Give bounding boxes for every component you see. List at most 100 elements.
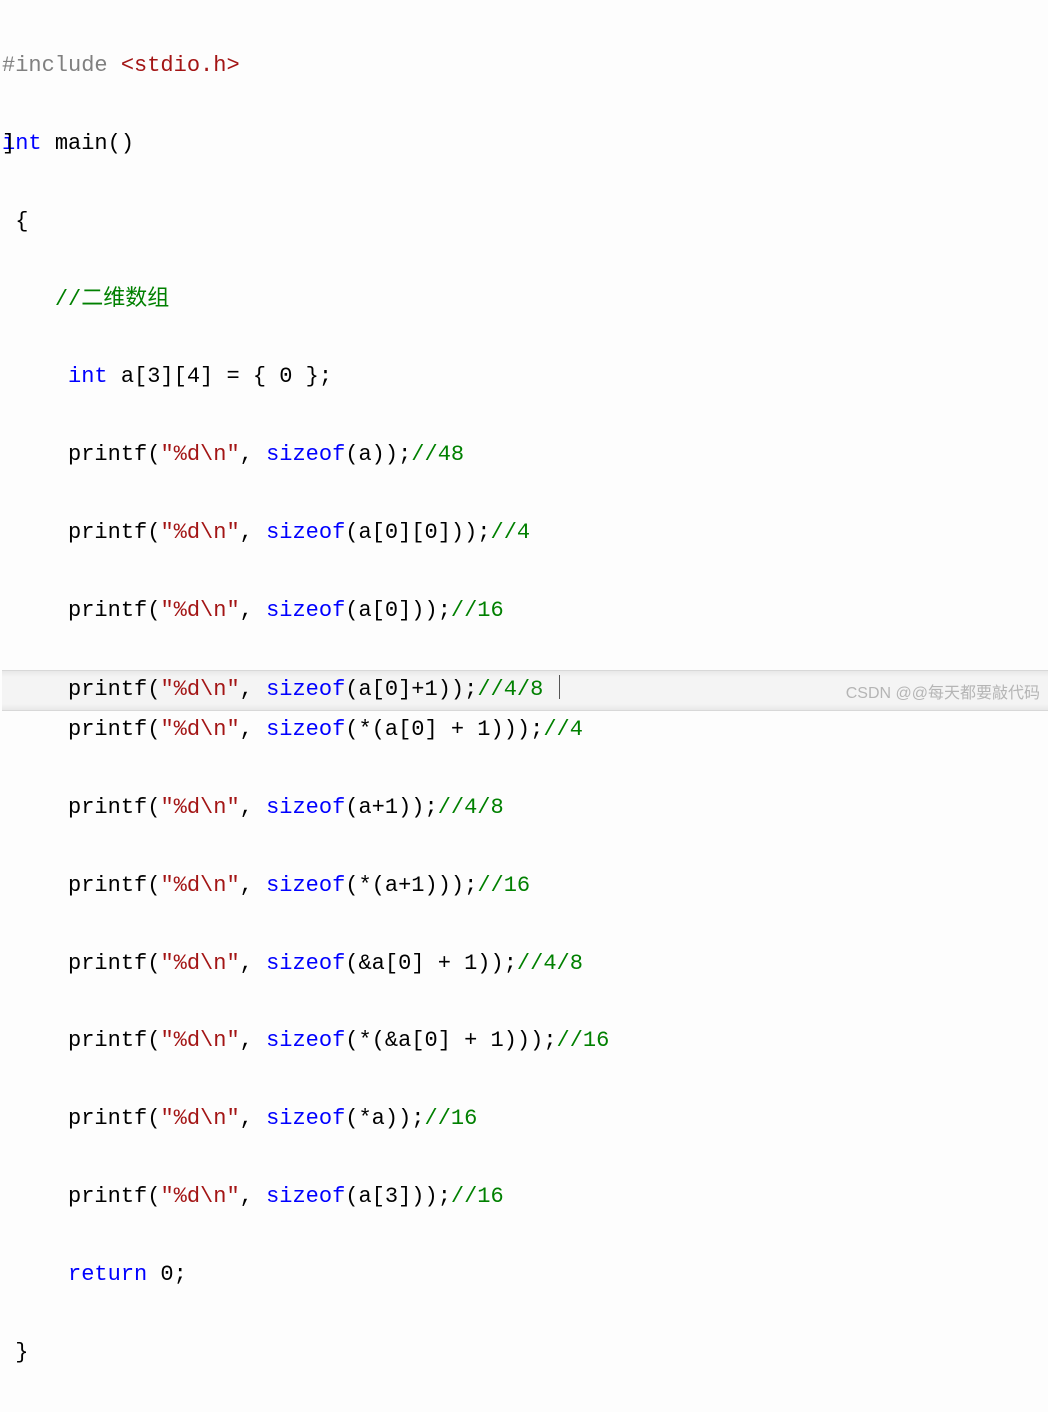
code-line-4: //二维数组 xyxy=(2,281,1048,320)
func-printf: printf xyxy=(68,1028,147,1053)
indent xyxy=(2,442,68,467)
comma: , xyxy=(240,717,266,742)
comment: //16 xyxy=(557,1028,610,1053)
code-line-10: printf("%d\n", sizeof(*(a[0] + 1)));//4 xyxy=(2,711,1048,750)
code-line-16: printf("%d\n", sizeof(a[3]));//16 xyxy=(2,1178,1048,1217)
indent xyxy=(2,1262,68,1287)
code-line-6: printf("%d\n", sizeof(a));//48 xyxy=(2,436,1048,475)
func-printf: printf xyxy=(68,795,147,820)
keyword-return: return xyxy=(68,1262,147,1287)
arg: (&a[0] + 1)); xyxy=(345,951,517,976)
comment: //16 xyxy=(477,873,530,898)
gutter-mark: ] xyxy=(2,125,15,164)
comma: , xyxy=(240,1106,266,1131)
comma: , xyxy=(240,677,266,702)
paren-open: ( xyxy=(147,520,160,545)
string-literal: "%d\n" xyxy=(160,795,239,820)
comma: , xyxy=(240,951,266,976)
paren-open: ( xyxy=(147,1028,160,1053)
brace-close: } xyxy=(15,1340,28,1365)
code-line-11: printf("%d\n", sizeof(a+1));//4/8 xyxy=(2,789,1048,828)
comment: //4/8 xyxy=(438,795,504,820)
string-literal: "%d\n" xyxy=(160,1028,239,1053)
indent xyxy=(2,287,55,312)
code-line-18: } xyxy=(2,1334,1048,1373)
string-literal: "%d\n" xyxy=(160,677,239,702)
comma: , xyxy=(240,1028,266,1053)
code-line-3: { xyxy=(2,203,1048,242)
keyword-sizeof: sizeof xyxy=(266,951,345,976)
paren-open: ( xyxy=(147,442,160,467)
arg: (a[0][0])); xyxy=(345,520,490,545)
comment: //4/8 xyxy=(517,951,583,976)
arg: (*a)); xyxy=(345,1106,424,1131)
func-printf: printf xyxy=(68,951,147,976)
comment: //二维数组 xyxy=(55,287,169,312)
comment: //16 xyxy=(451,598,504,623)
comment: //4 xyxy=(543,717,583,742)
arg: (*(a[0] + 1))); xyxy=(345,717,543,742)
comma: , xyxy=(240,1184,266,1209)
comment: //16 xyxy=(425,1106,478,1131)
arg: (*(a+1))); xyxy=(345,873,477,898)
declaration: a[3][4] = { 0 }; xyxy=(108,364,332,389)
keyword-sizeof: sizeof xyxy=(266,1184,345,1209)
paren-open: ( xyxy=(147,598,160,623)
code-line-7: printf("%d\n", sizeof(a[0][0]));//4 xyxy=(2,514,1048,553)
comment: //4 xyxy=(491,520,531,545)
func-printf: printf xyxy=(68,677,147,702)
comma: , xyxy=(240,598,266,623)
keyword-sizeof: sizeof xyxy=(266,1106,345,1131)
func-printf: printf xyxy=(68,873,147,898)
keyword-sizeof: sizeof xyxy=(266,1028,345,1053)
comma: , xyxy=(240,873,266,898)
code-line-12: printf("%d\n", sizeof(*(a+1)));//16 xyxy=(2,867,1048,906)
comma: , xyxy=(240,442,266,467)
indent xyxy=(2,364,68,389)
func-printf: printf xyxy=(68,520,147,545)
func-printf: printf xyxy=(68,1106,147,1131)
indent xyxy=(2,677,68,702)
comma: , xyxy=(240,795,266,820)
keyword-sizeof: sizeof xyxy=(266,873,345,898)
string-literal: "%d\n" xyxy=(160,1106,239,1131)
code-line-14: printf("%d\n", sizeof(*(&a[0] + 1)));//1… xyxy=(2,1022,1048,1061)
paren-open: ( xyxy=(147,951,160,976)
string-literal: "%d\n" xyxy=(160,717,239,742)
string-literal: "%d\n" xyxy=(160,520,239,545)
code-line-1: #include <stdio.h> xyxy=(2,47,1048,86)
code-line-5: int a[3][4] = { 0 }; xyxy=(2,358,1048,397)
arg: (a)); xyxy=(345,442,411,467)
code-line-2: ]int main() xyxy=(2,125,1048,164)
code-line-13: printf("%d\n", sizeof(&a[0] + 1));//4/8 xyxy=(2,945,1048,984)
include-path: <stdio.h> xyxy=(121,53,240,78)
keyword-sizeof: sizeof xyxy=(266,442,345,467)
string-literal: "%d\n" xyxy=(160,1184,239,1209)
func-printf: printf xyxy=(68,598,147,623)
comma: , xyxy=(240,520,266,545)
string-literal: "%d\n" xyxy=(160,873,239,898)
comment: //16 xyxy=(451,1184,504,1209)
watermark: CSDN @@每天都要敲代码 xyxy=(846,679,1040,703)
indent xyxy=(2,873,68,898)
arg: (a[3])); xyxy=(345,1184,451,1209)
indent xyxy=(2,795,68,820)
paren-open: ( xyxy=(147,1106,160,1131)
keyword-int: int xyxy=(68,364,108,389)
keyword-sizeof: sizeof xyxy=(266,598,345,623)
indent xyxy=(2,951,68,976)
indent xyxy=(2,520,68,545)
paren-open: ( xyxy=(147,873,160,898)
code-block: #include <stdio.h> ]int main() { //二维数组 … xyxy=(0,0,1048,1412)
func-printf: printf xyxy=(68,1184,147,1209)
arg: (a[0]+1)); xyxy=(345,677,477,702)
paren-open: ( xyxy=(147,677,160,702)
paren-open: ( xyxy=(147,1184,160,1209)
code-line-15: printf("%d\n", sizeof(*a));//16 xyxy=(2,1100,1048,1139)
string-literal: "%d\n" xyxy=(160,951,239,976)
indent xyxy=(2,598,68,623)
indent xyxy=(2,1106,68,1131)
code-line-8: printf("%d\n", sizeof(a[0]));//16 xyxy=(2,592,1048,631)
keyword-sizeof: sizeof xyxy=(266,795,345,820)
space xyxy=(42,131,55,156)
